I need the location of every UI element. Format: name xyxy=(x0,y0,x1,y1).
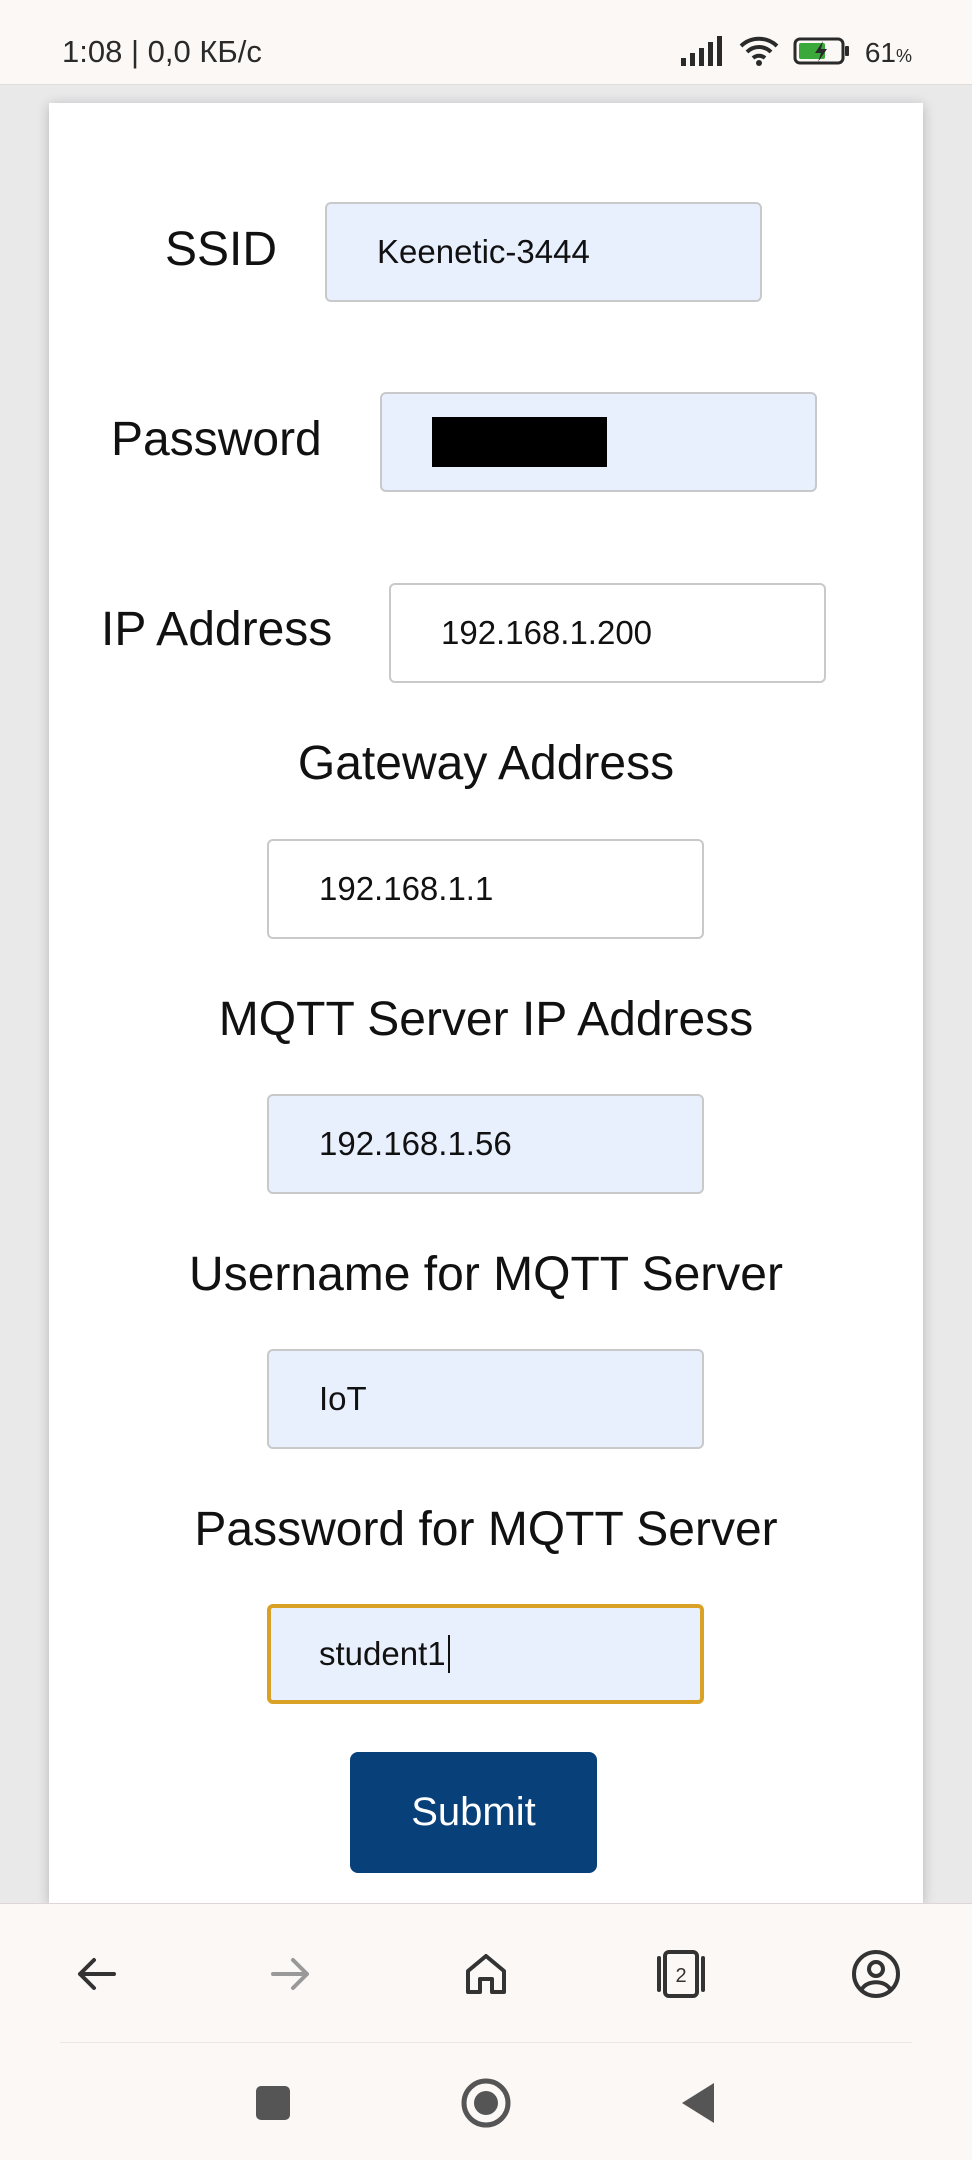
wifi-config-form: SSID Keenetic-3444 Password IP Address 1… xyxy=(49,103,923,1903)
mqtt-password-value: student1 xyxy=(319,1635,446,1672)
mqtt-ip-input[interactable]: 192.168.1.56 xyxy=(267,1094,704,1194)
ssid-value: Keenetic-3444 xyxy=(377,233,590,270)
home-circle-icon[interactable] xyxy=(456,2073,516,2133)
back-triangle-icon[interactable] xyxy=(668,2073,728,2133)
tab-count: 2 xyxy=(675,1965,686,1987)
password-label: Password xyxy=(111,413,322,466)
redacted-password xyxy=(432,417,607,467)
tabs-icon[interactable]: 2 xyxy=(651,1944,711,2004)
ip-address-label: IP Address xyxy=(101,603,333,656)
forward-arrow-icon[interactable] xyxy=(261,1944,321,2004)
ssid-input[interactable]: Keenetic-3444 xyxy=(325,202,762,302)
home-icon[interactable] xyxy=(456,1944,516,2004)
system-nav-bar xyxy=(0,2043,972,2160)
browser-nav-bar: 2 xyxy=(0,1903,972,2044)
status-icons: 61% xyxy=(680,35,912,72)
mqtt-username-input[interactable]: IoT xyxy=(267,1349,704,1449)
battery-percent: 61% xyxy=(864,37,912,68)
ip-address-value: 192.168.1.200 xyxy=(441,614,653,651)
gateway-value: 192.168.1.1 xyxy=(319,870,494,907)
mqtt-username-label: Username for MQTT Server xyxy=(189,1248,783,1301)
wifi-icon xyxy=(739,35,779,72)
account-icon[interactable] xyxy=(846,1944,906,2004)
mqtt-ip-label: MQTT Server IP Address xyxy=(218,993,754,1046)
battery-charging-icon xyxy=(793,36,851,71)
text-caret xyxy=(447,1635,450,1673)
gateway-input[interactable]: 192.168.1.1 xyxy=(267,839,704,939)
ip-address-input[interactable]: 192.168.1.200 xyxy=(389,583,826,683)
ssid-label: SSID xyxy=(165,223,278,276)
gateway-label: Gateway Address xyxy=(297,737,675,790)
status-bar: 1:08 | 0,0 КБ/с 61% xyxy=(0,0,972,85)
submit-button[interactable]: Submit xyxy=(350,1752,597,1873)
password-input[interactable] xyxy=(380,392,817,492)
back-arrow-icon[interactable] xyxy=(66,1944,126,2004)
signal-icon xyxy=(680,35,725,71)
mqtt-password-label: Password for MQTT Server xyxy=(194,1503,778,1556)
recents-square-icon[interactable] xyxy=(243,2073,303,2133)
mqtt-username-value: IoT xyxy=(319,1380,367,1417)
status-time-speed: 1:08 | 0,0 КБ/с xyxy=(62,34,262,69)
mqtt-password-input[interactable]: student1 xyxy=(267,1604,704,1704)
mqtt-ip-value: 192.168.1.56 xyxy=(319,1125,512,1162)
